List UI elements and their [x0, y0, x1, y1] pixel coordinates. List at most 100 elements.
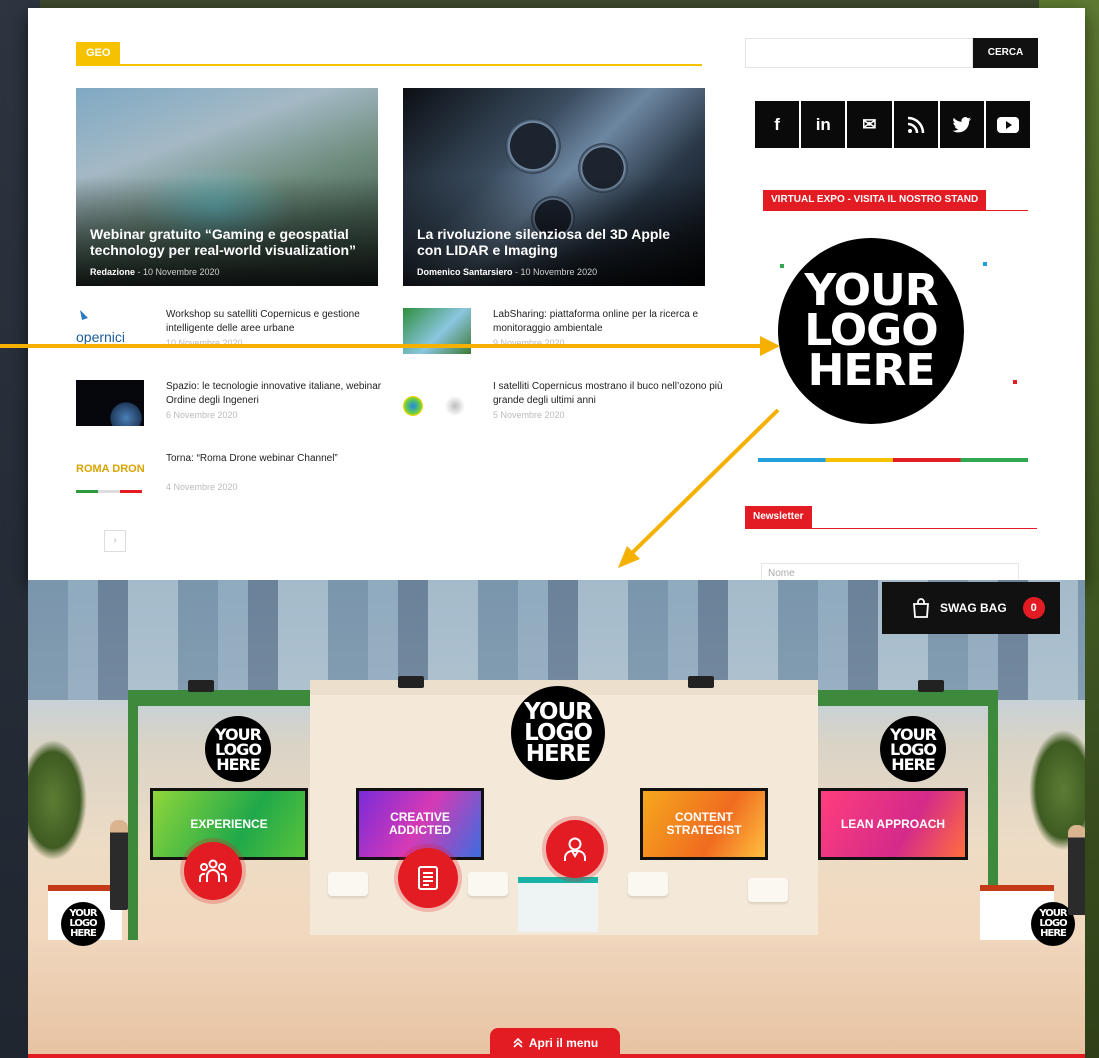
list-item[interactable]: LabSharing: piattaforma online per la ri… — [403, 308, 703, 368]
post-thumbnail[interactable] — [76, 380, 144, 426]
avatar-hostess — [110, 820, 128, 910]
list-item[interactable]: opernici Workshop su satelliti Copernicu… — [76, 308, 376, 368]
facebook-icon[interactable]: f — [755, 101, 802, 148]
logo-text: YOUR LOGO HERE — [69, 908, 97, 939]
post-date: 5 Novembre 2020 — [493, 410, 565, 420]
open-menu-label: Apri il menu — [528, 1036, 599, 1050]
bottom-bar — [28, 1054, 1085, 1058]
search-button[interactable]: CERCA — [973, 38, 1038, 68]
avatar-visitor — [1068, 825, 1085, 915]
green-pillar — [128, 690, 138, 940]
stand-logo[interactable]: YOUR LOGO HERE — [880, 716, 946, 782]
feature-article-2[interactable]: La rivoluzione silenziosa del 3D Apple c… — [403, 88, 705, 286]
spotlight — [188, 680, 214, 692]
youtube-icon[interactable] — [985, 101, 1031, 148]
logo-text: YOUR LOGO HERE — [1039, 908, 1067, 939]
post-thumbnail[interactable]: opernici — [76, 308, 144, 354]
swag-bag-count: 0 — [1022, 597, 1045, 619]
screen-lean-approach[interactable]: LEAN APPROACH — [818, 788, 968, 860]
virtual-stand-scene: EXPERIENCE CREATIVE ADDICTED CONTENT STR… — [28, 580, 1085, 1058]
screen-content-strategist[interactable]: CONTENT STRATEGIST — [640, 788, 768, 860]
team-icon[interactable] — [184, 842, 242, 900]
chair — [748, 878, 788, 902]
chair — [628, 872, 668, 896]
divider — [763, 210, 1028, 211]
post-title[interactable]: LabSharing: piattaforma online per la ri… — [493, 308, 723, 336]
search-input[interactable] — [745, 38, 973, 68]
list-item[interactable]: ROMA DRONE Torna: “Roma Drone webinar Ch… — [76, 452, 376, 512]
feature-date: 10 Novembre 2020 — [520, 267, 598, 277]
section-header: GEO — [76, 42, 702, 66]
logo-text: YOUR LOGO HERE — [890, 724, 937, 774]
contact-person-icon[interactable] — [546, 820, 604, 878]
roma-drone-logo: ROMA DRONE — [76, 463, 152, 493]
list-item[interactable]: Spazio: le tecnologie innovative italian… — [76, 380, 381, 440]
stand-logo[interactable]: YOUR LOGO HERE — [61, 902, 105, 946]
logo-text: YOUR LOGO HERE — [215, 724, 262, 774]
feature-date: 10 Novembre 2020 — [143, 267, 220, 277]
rss-icon[interactable] — [893, 101, 940, 148]
post-thumbnail[interactable]: ROMA DRONE — [76, 452, 152, 498]
decor-dot — [1013, 380, 1017, 384]
spotlight — [398, 676, 424, 688]
twitter-icon[interactable] — [939, 101, 986, 148]
feature-title[interactable]: Webinar gratuito “Gaming e geospatial te… — [90, 226, 368, 258]
team-glyph — [199, 859, 227, 882]
post-date: 6 Novembre 2020 — [166, 410, 238, 420]
mail-icon[interactable]: ✉ — [847, 101, 894, 148]
feature-author[interactable]: Domenico Santarsiero — [417, 267, 513, 277]
chair — [468, 872, 508, 896]
post-date: 10 Novembre 2020 — [166, 338, 243, 348]
copernicus-logo: opernici — [76, 310, 125, 345]
feature-meta: Redazione - 10 Novembre 2020 — [90, 267, 220, 277]
post-date: 4 Novembre 2020 — [166, 482, 238, 492]
palm-plant — [28, 720, 98, 900]
newsletter-label: Newsletter — [745, 506, 812, 528]
decor-dot — [780, 264, 784, 268]
list-item[interactable]: I satelliti Copernicus mostrano il buco … — [403, 380, 723, 440]
pagination-next-button[interactable]: › — [104, 530, 126, 552]
chair — [328, 872, 368, 896]
rss-glyph — [907, 116, 924, 133]
feature-article-1[interactable]: Webinar gratuito “Gaming e geospatial te… — [76, 88, 378, 286]
feature-title[interactable]: La rivoluzione silenziosa del 3D Apple c… — [417, 226, 695, 258]
spotlight — [688, 676, 714, 688]
youtube-glyph — [996, 116, 1019, 133]
social-links: f in ✉ — [755, 101, 1031, 148]
sponsor-logo[interactable]: YOUR LOGO HERE — [778, 238, 964, 424]
green-frame — [818, 690, 998, 706]
decor-dot — [983, 262, 987, 266]
green-frame — [128, 690, 310, 706]
divider — [745, 528, 1037, 529]
section-tag[interactable]: GEO — [76, 42, 121, 64]
document-glyph — [418, 866, 438, 890]
svg-text:ROMA DRONE: ROMA DRONE — [76, 463, 144, 475]
post-title[interactable]: Spazio: le tecnologie innovative italian… — [166, 380, 396, 408]
post-title[interactable]: I satelliti Copernicus mostrano il buco … — [493, 380, 723, 408]
shopping-bag-icon — [913, 598, 929, 618]
brochure-icon[interactable] — [398, 848, 458, 908]
virtual-expo-label[interactable]: VIRTUAL EXPO - VISITA IL NOSTRO STAND — [763, 190, 987, 210]
feature-author[interactable]: Redazione — [90, 267, 135, 277]
svg-text:opernici: opernici — [76, 329, 125, 345]
post-title[interactable]: Workshop su satelliti Copernicus e gesti… — [166, 308, 396, 336]
chevron-double-up-icon — [513, 1037, 523, 1048]
stand-logo[interactable]: YOUR LOGO HERE — [205, 716, 271, 782]
spotlight — [918, 680, 944, 692]
stand-logo-main[interactable]: YOUR LOGO HERE — [511, 686, 605, 780]
twitter-glyph — [952, 116, 971, 132]
logo-text: YOUR LOGO HERE — [804, 265, 938, 396]
person-glyph — [564, 837, 586, 861]
linkedin-icon[interactable]: in — [801, 101, 848, 148]
swag-bag-label: SWAG BAG — [940, 601, 1007, 615]
info-counter — [518, 877, 598, 932]
post-thumbnail[interactable] — [403, 308, 471, 354]
website-screenshot: GEO Webinar gratuito “Gaming e geospatia… — [28, 8, 1085, 582]
logo-text: YOUR LOGO HERE — [524, 698, 593, 767]
post-thumbnail[interactable] — [403, 380, 471, 426]
post-date: 9 Novembre 2020 — [493, 338, 565, 348]
colorbar — [758, 458, 1028, 462]
post-title[interactable]: Torna: “Roma Drone webinar Channel” — [166, 452, 396, 466]
swag-bag-button[interactable]: SWAG BAG 0 — [882, 582, 1060, 634]
feature-meta: Domenico Santarsiero - 10 Novembre 2020 — [417, 267, 598, 277]
